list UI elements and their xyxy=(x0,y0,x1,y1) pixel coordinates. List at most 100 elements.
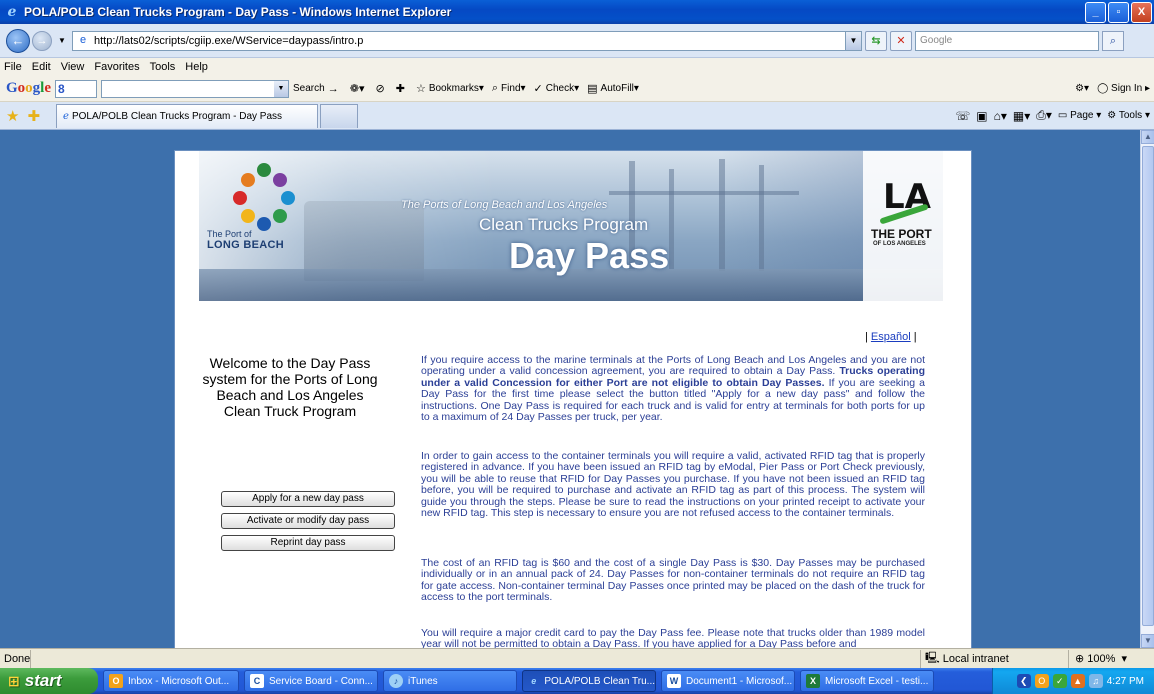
port-of-los-angeles-logo: LA THE PORT OF LOS ANGELES xyxy=(863,151,943,301)
page-viewport: The Port of LONG BEACH The Ports of Long… xyxy=(0,130,1140,648)
scroll-thumb[interactable] xyxy=(1142,146,1154,626)
page-content: The Port of LONG BEACH The Ports of Long… xyxy=(174,150,972,648)
volume-tray-icon[interactable]: ♫ xyxy=(1088,674,1103,688)
search-go-button[interactable]: ⌕ xyxy=(1102,30,1124,51)
google-account-selector[interactable]: 8 xyxy=(55,79,98,98)
minimize-button[interactable]: _ xyxy=(1085,1,1106,23)
rfid-paragraph: In order to gain access to the container… xyxy=(421,450,925,520)
taskbar-item-excel[interactable]: X Microsoft Excel - testi... xyxy=(800,670,934,692)
bookmarks-button[interactable]: ☆ Bookmarks ▾ xyxy=(416,82,484,95)
menu-help[interactable]: Help xyxy=(185,61,208,73)
start-button[interactable]: ⊞ start xyxy=(0,668,98,694)
zoom-level[interactable]: ⊕ 100% ▾ xyxy=(1068,649,1154,668)
apply-new-day-pass-button[interactable]: Apply for a new day pass xyxy=(221,491,395,507)
close-button[interactable]: X xyxy=(1131,1,1152,23)
ie-page-icon: e xyxy=(63,110,69,122)
menu-file[interactable]: File xyxy=(4,61,22,73)
windows-flag-icon: ⊞ xyxy=(8,672,20,689)
popup-blocker-button[interactable]: ⊘ xyxy=(376,82,388,95)
wrench-icon[interactable]: ⚙▾ xyxy=(1075,83,1089,94)
stop-button[interactable]: ✕ xyxy=(890,30,912,51)
taskbar-item-word[interactable]: W Document1 - Microsof... xyxy=(661,670,795,692)
rss-icon[interactable]: ▣ xyxy=(976,109,987,123)
outlook-icon: O xyxy=(109,674,123,688)
menu-tools[interactable]: Tools xyxy=(150,61,176,73)
address-url[interactable]: http://lats02/scripts/cgiip.exe/WService… xyxy=(94,35,845,47)
address-field[interactable]: e http://lats02/scripts/cgiip.exe/WServi… xyxy=(72,30,862,51)
system-tray: ❮ O ✓ ▲ ♫ 4:27 PM xyxy=(992,668,1154,694)
long-beach-name: LONG BEACH xyxy=(207,239,284,251)
crane-shape xyxy=(759,165,764,271)
google-logo[interactable]: Google xyxy=(6,80,51,97)
network-tray-icon[interactable]: ✓ xyxy=(1052,674,1067,688)
intro-paragraph: If you require access to the marine term… xyxy=(421,354,926,424)
back-tray-icon[interactable]: ❮ xyxy=(1016,674,1031,688)
sign-in-button[interactable]: ◯ Sign In ▸ xyxy=(1097,83,1150,94)
chevron-down-icon[interactable]: ▼ xyxy=(274,80,289,97)
favorites-star-icon[interactable]: ★ xyxy=(6,107,19,125)
taskbar-item-ie[interactable]: e POLA/POLB Clean Tru... xyxy=(522,670,656,692)
print-icon[interactable]: ⎙▾ xyxy=(1036,108,1052,123)
skype-icon[interactable]: ☏ xyxy=(955,109,970,123)
taskbar: ⊞ start O Inbox - Microsoft Out... C Servic… xyxy=(0,668,1154,694)
home-icon[interactable]: ⌂▾ xyxy=(994,109,1007,123)
scroll-up-button[interactable]: ▲ xyxy=(1141,130,1154,144)
excel-icon: X xyxy=(806,674,820,688)
google-add-button[interactable]: ✚ xyxy=(396,82,408,95)
autofill-button[interactable]: ▤ AutoFill ▾ xyxy=(587,82,639,95)
maximize-button[interactable]: ▫ xyxy=(1108,1,1129,23)
google-search-input[interactable]: ▼ xyxy=(101,79,290,98)
status-bar: Done 🖳 Local intranet ⊕ 100% ▾ xyxy=(0,648,1154,668)
long-beach-logo xyxy=(229,163,299,233)
zoom-icon: ⊕ xyxy=(1075,653,1088,665)
tools-menu[interactable]: ⚙ Tools ▾ xyxy=(1107,110,1150,121)
google-toolbar: Google 8 ▼ Search → ❁▾ ⊘ ✚ ☆ Bookmarks ▾ ⌕… xyxy=(0,76,1154,102)
itunes-icon: ♪ xyxy=(389,674,403,688)
pagerank-button[interactable]: ❁▾ xyxy=(350,82,368,95)
connectwise-icon: C xyxy=(250,674,264,688)
security-zone[interactable]: 🖳 Local intranet xyxy=(920,649,1068,668)
google-search-button[interactable]: Search → xyxy=(293,83,342,95)
new-tab-button[interactable] xyxy=(320,103,359,128)
menu-bar: File Edit View Favorites Tools Help xyxy=(0,58,1154,76)
taskbar-item-service-board[interactable]: C Service Board - Conn... xyxy=(244,670,378,692)
pagerank-icon: ❁▾ xyxy=(349,83,365,95)
page-menu[interactable]: ▭ Page ▾ xyxy=(1058,110,1101,121)
forward-button[interactable]: → xyxy=(32,30,52,51)
menu-edit[interactable]: Edit xyxy=(32,61,51,73)
activate-modify-day-pass-button[interactable]: Activate or modify day pass xyxy=(221,513,395,529)
vertical-scrollbar[interactable]: ▲ ▼ xyxy=(1140,130,1154,648)
outlook-tray-icon[interactable]: O xyxy=(1034,674,1049,688)
status-text: Done xyxy=(4,652,31,665)
menu-favorites[interactable]: Favorites xyxy=(94,61,139,73)
feeds-icon[interactable]: ▦▾ xyxy=(1013,109,1030,123)
tab-day-pass[interactable]: e POLA/POLB Clean Trucks Program - Day P… xyxy=(56,103,319,128)
word-icon: W xyxy=(667,674,681,688)
window-title-bar[interactable]: e POLA/POLB Clean Trucks Program - Day P… xyxy=(0,0,1154,24)
address-toolbar: ← → ▼ e http://lats02/scripts/cgiip.exe/… xyxy=(0,24,1154,58)
spellcheck-icon: ✓ xyxy=(533,83,543,95)
find-button[interactable]: ⌕ Find ▾ xyxy=(492,82,526,95)
recent-pages-dropdown[interactable]: ▼ xyxy=(56,36,68,45)
live-search-input[interactable]: Google xyxy=(915,30,1099,51)
add-favorite-icon[interactable]: ✚ xyxy=(27,107,40,125)
taskbar-item-outlook[interactable]: O Inbox - Microsoft Out... xyxy=(103,670,239,692)
reprint-day-pass-button[interactable]: Reprint day pass xyxy=(221,535,395,551)
scroll-down-button[interactable]: ▼ xyxy=(1141,634,1154,648)
banner-program: Clean Trucks Program xyxy=(479,215,649,234)
refresh-button[interactable]: ⇆ xyxy=(865,30,887,51)
clock[interactable]: 4:27 PM xyxy=(1107,676,1144,687)
taskbar-item-itunes[interactable]: ♪ iTunes xyxy=(383,670,517,692)
popup-icon: ⊘ xyxy=(375,83,385,95)
intranet-icon: 🖳 xyxy=(925,652,943,664)
back-button[interactable]: ← xyxy=(6,28,30,53)
welcome-heading: Welcome to the Day Pass system for the P… xyxy=(202,355,378,419)
espanol-link[interactable]: Español xyxy=(871,331,911,343)
spell-check-button[interactable]: ✓ Check ▾ xyxy=(534,82,580,95)
banner-subtitle: The Ports of Long Beach and Los Angeles xyxy=(401,199,608,211)
plus-icon: ✚ xyxy=(395,83,405,95)
security-tray-icon[interactable]: ▲ xyxy=(1070,674,1085,688)
menu-view[interactable]: View xyxy=(61,61,85,73)
address-dropdown-icon[interactable]: ▼ xyxy=(845,31,861,50)
crane-shape xyxy=(719,159,725,271)
